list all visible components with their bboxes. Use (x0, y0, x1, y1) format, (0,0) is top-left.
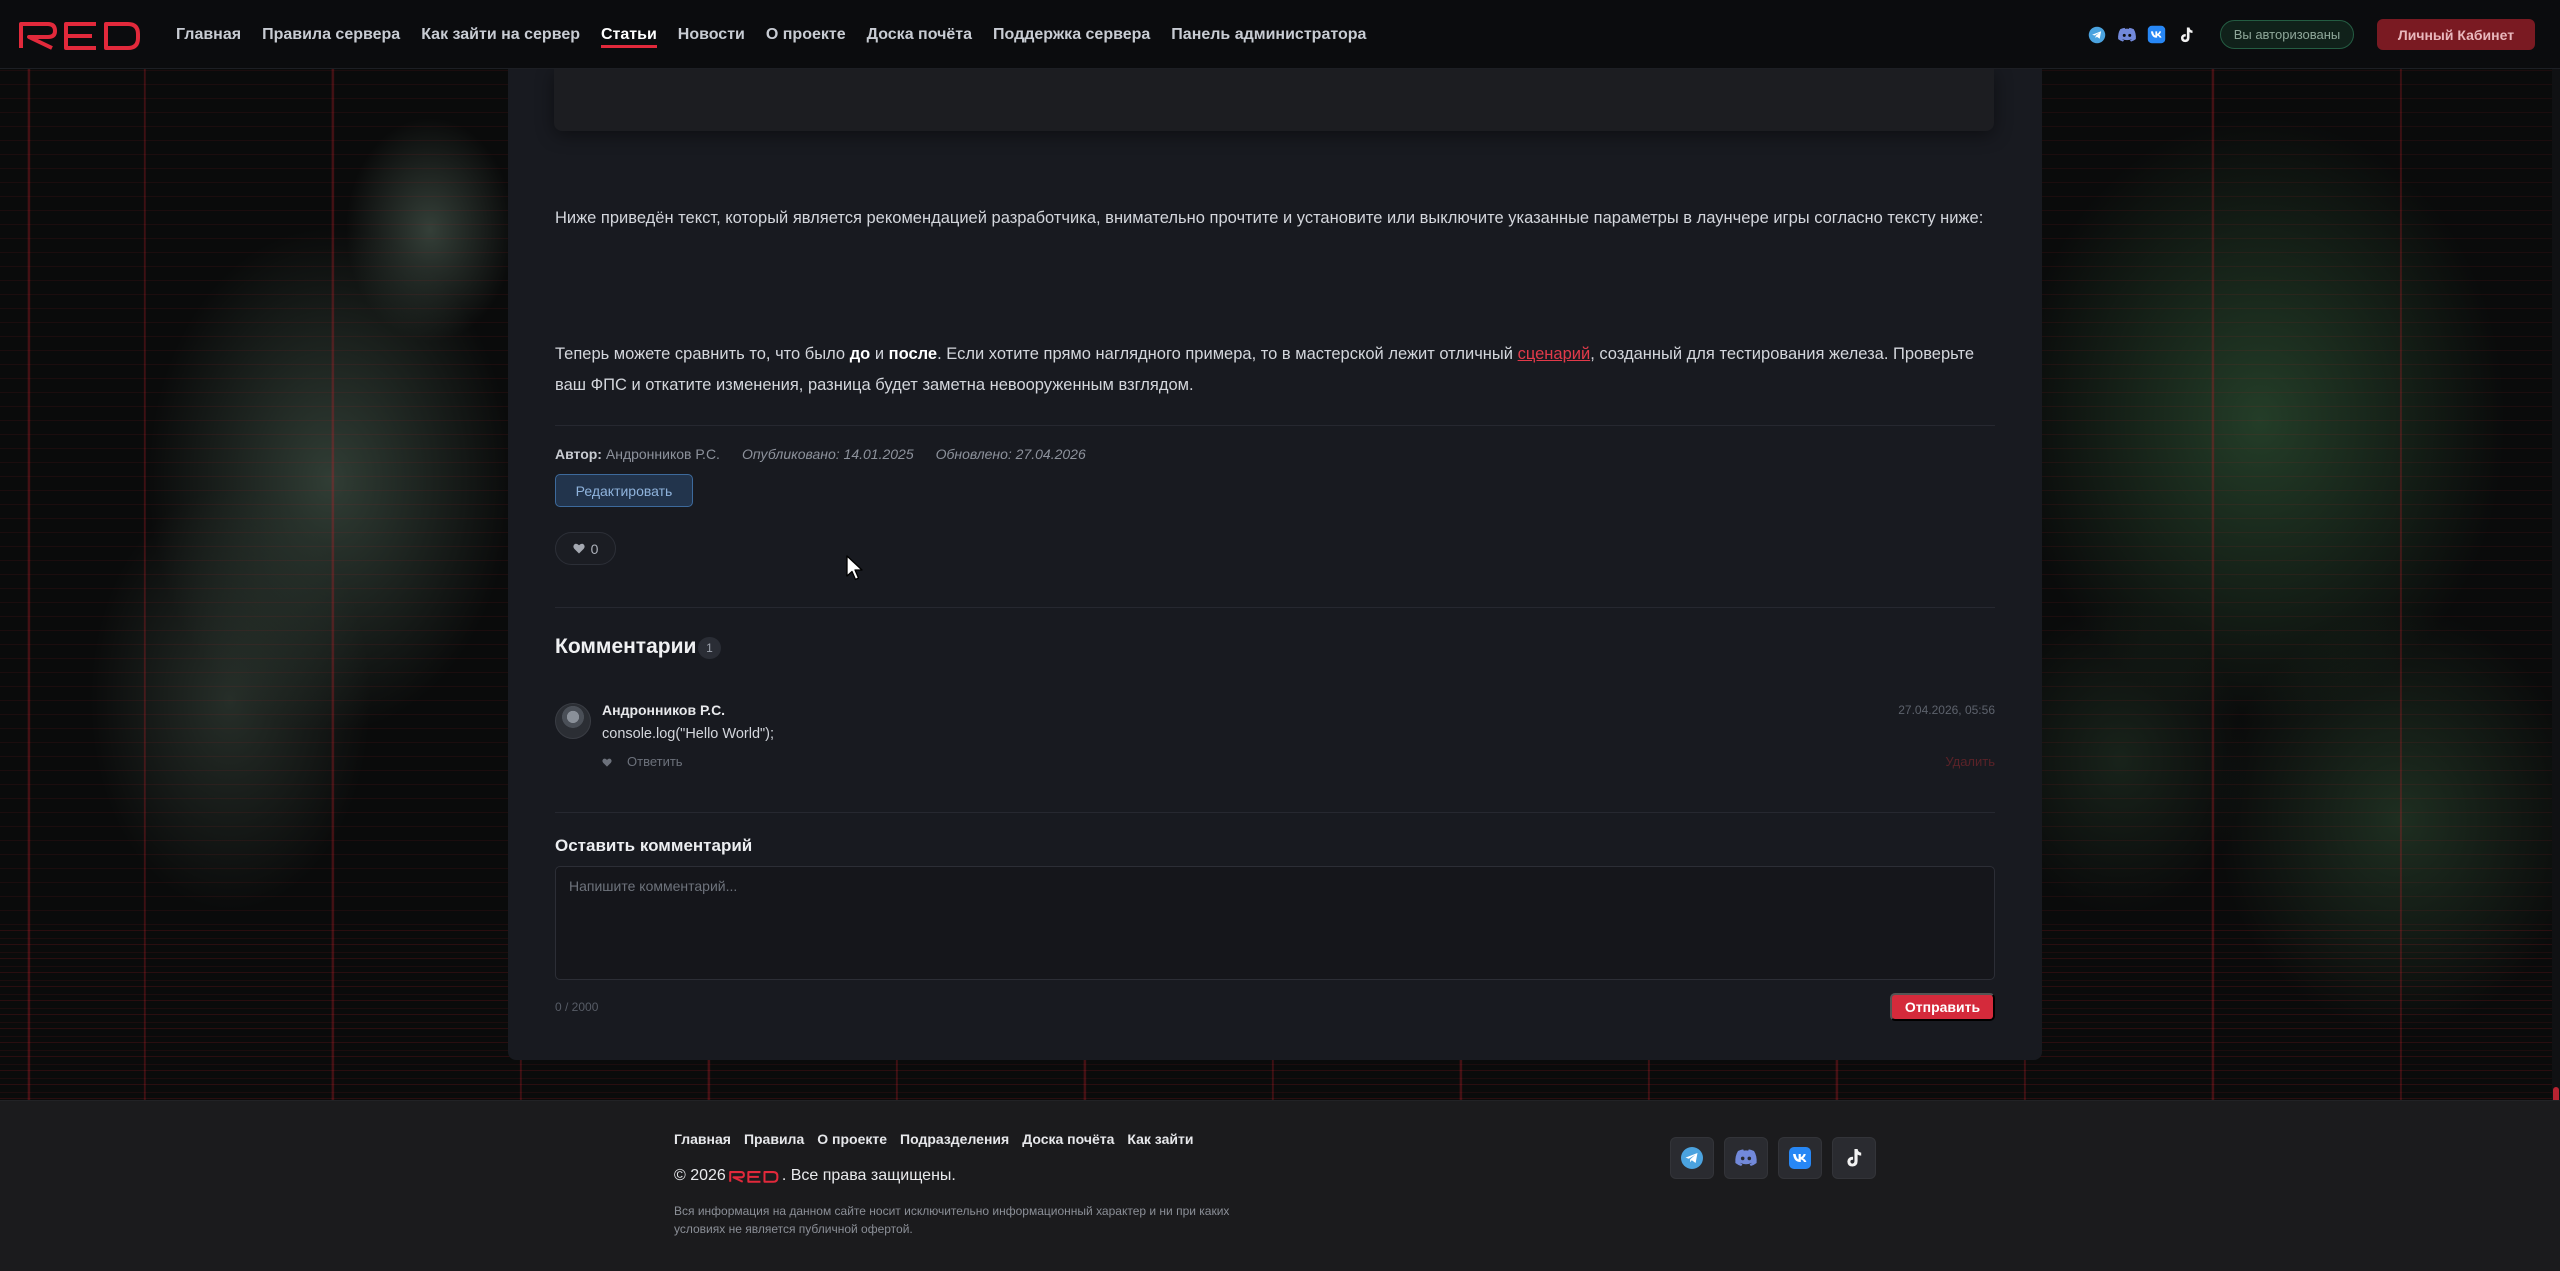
footer-vk-icon[interactable] (1778, 1137, 1822, 1179)
footer-copyright: © 2026 . Все права защищены. (674, 1167, 956, 1185)
red-logo[interactable] (18, 20, 142, 50)
footer-red-logo (729, 1170, 779, 1183)
tiktok-icon[interactable] (2176, 24, 2197, 45)
telegram-icon[interactable] (2086, 24, 2107, 45)
divider (555, 425, 1995, 426)
nav-link-home[interactable]: Главная (176, 0, 241, 69)
comment-reply-button[interactable]: Ответить (627, 754, 683, 769)
footer-social-links (1670, 1137, 1876, 1179)
author-name: Андронников Р.С. (605, 446, 720, 462)
nav-link-admin-panel[interactable]: Панель администратора (1171, 0, 1366, 69)
article-meta: Автор: Андронников Р.С. Опубликовано: 14… (555, 446, 1086, 462)
like-count: 0 (590, 540, 599, 557)
copyright-suffix: . Все права защищены. (781, 1167, 956, 1184)
personal-cabinet-button[interactable]: Личный Кабинет (2377, 19, 2535, 50)
leave-comment-title: Оставить комментарий (555, 836, 753, 855)
footer-link-how-to-join[interactable]: Как зайти (1127, 1131, 1193, 1147)
footer-link-about[interactable]: О проекте (817, 1131, 887, 1147)
divider (555, 812, 1995, 813)
comment-date: 27.04.2026, 05:56 (1898, 703, 1995, 717)
char-counter: 0 / 2000 (555, 1000, 599, 1014)
comment-delete-button[interactable]: Удалить (1945, 754, 1995, 769)
footer-link-honor-board[interactable]: Доска почёта (1022, 1131, 1114, 1147)
nav-social-links (2086, 24, 2197, 45)
scenario-link[interactable]: сценарий (1518, 345, 1591, 363)
footer-tiktok-icon[interactable] (1832, 1137, 1876, 1179)
article-paragraph-compare: Теперь можете сравнить то, что было до и… (555, 339, 2005, 401)
auth-status-badge: Вы авторизованы (2220, 20, 2354, 49)
author-label: Автор: (555, 446, 602, 462)
nav-link-about[interactable]: О проекте (766, 0, 846, 69)
edit-article-button[interactable]: Редактировать (555, 474, 693, 507)
bold-after: после (888, 345, 938, 363)
footer-discord-icon[interactable] (1724, 1137, 1768, 1179)
comment-like-heart-icon[interactable] (602, 755, 612, 770)
footer-nav: Главная Правила О проекте Подразделения … (674, 1131, 1193, 1147)
comment-textarea[interactable] (555, 866, 1995, 980)
footer-disclaimer: Вся информация на данном сайте носит иск… (674, 1204, 1230, 1236)
comment-text: console.log("Hello World"); (602, 726, 775, 742)
mouse-cursor-icon (846, 555, 863, 581)
updated-date: Обновлено: 27.04.2026 (935, 446, 1086, 462)
send-comment-button[interactable]: Отправить (1890, 993, 1995, 1021)
copyright-prefix: © 2026 (674, 1167, 726, 1184)
author-meta: Автор: Андронников Р.С. (555, 446, 720, 462)
nav-link-articles[interactable]: Статьи (600, 0, 657, 69)
footer-link-rules[interactable]: Правила (744, 1131, 804, 1147)
nav-link-news[interactable]: Новости (678, 0, 745, 69)
nav-link-honor-board[interactable]: Доска почёта (867, 0, 972, 69)
heart-icon (572, 541, 585, 557)
page-scrollbar[interactable] (2552, 69, 2560, 1169)
text-segment: и (870, 345, 889, 363)
code-block (554, 69, 1994, 131)
top-navbar: Главная Правила сервера Как зайти на сер… (0, 0, 2560, 69)
nav-link-support[interactable]: Поддержка сервера (993, 0, 1150, 69)
footer-link-divisions[interactable]: Подразделения (900, 1131, 1009, 1147)
avatar[interactable] (555, 703, 591, 739)
text-segment: . Если хотите прямо наглядного примера, … (937, 345, 1518, 363)
article-card: Ниже приведён текст, который является ре… (508, 69, 2042, 1060)
article-paragraph-intro: Ниже приведён текст, который является ре… (555, 209, 1984, 227)
comments-title: Комментарии (555, 635, 697, 658)
nav-link-how-to-join[interactable]: Как зайти на сервер (421, 0, 580, 69)
main-nav: Главная Правила сервера Как зайти на сер… (176, 0, 1387, 69)
vk-icon[interactable] (2146, 24, 2167, 45)
footer-telegram-icon[interactable] (1670, 1137, 1714, 1179)
published-date: Опубликовано: 14.01.2025 (741, 446, 914, 462)
nav-link-rules[interactable]: Правила сервера (262, 0, 400, 69)
comments-count-badge: 1 (698, 637, 721, 659)
footer-link-home[interactable]: Главная (674, 1131, 731, 1147)
divider (555, 607, 1995, 608)
footer: Главная Правила О проекте Подразделения … (0, 1100, 2560, 1271)
like-button[interactable]: 0 (555, 532, 616, 565)
bold-before: до (849, 345, 871, 363)
text-segment: Теперь можете сравнить то, что было (555, 345, 850, 363)
comment-author[interactable]: Андронников Р.С. (602, 702, 725, 718)
discord-icon[interactable] (2116, 24, 2137, 45)
